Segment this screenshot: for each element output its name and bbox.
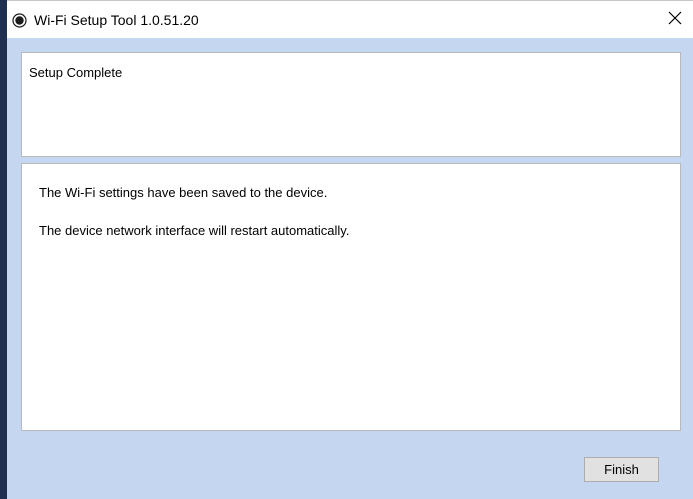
window-left-edge xyxy=(0,0,7,499)
message-panel: The Wi-Fi settings have been saved to th… xyxy=(21,163,681,431)
page-title: Setup Complete xyxy=(29,65,123,80)
header-panel: Setup Complete xyxy=(21,52,681,157)
message-restart: The device network interface will restar… xyxy=(39,223,350,238)
window-title: Wi-Fi Setup Tool 1.0.51.20 xyxy=(34,12,199,28)
setup-window: Wi-Fi Setup Tool 1.0.51.20 Setup Complet… xyxy=(0,0,693,499)
close-icon xyxy=(668,11,682,30)
close-button[interactable] xyxy=(663,8,687,32)
message-saved: The Wi-Fi settings have been saved to th… xyxy=(39,185,328,200)
title-bar[interactable]: Wi-Fi Setup Tool 1.0.51.20 xyxy=(7,0,693,38)
app-icon xyxy=(12,13,27,28)
dialog-client-area: Setup Complete The Wi-Fi settings have b… xyxy=(7,38,693,499)
finish-button[interactable]: Finish xyxy=(584,457,659,482)
